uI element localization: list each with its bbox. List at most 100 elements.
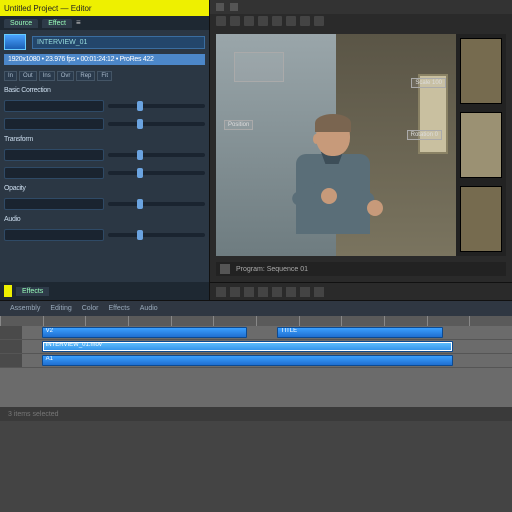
hand — [321, 188, 337, 204]
marker-icon[interactable] — [4, 285, 12, 297]
tool-icon[interactable] — [300, 16, 310, 26]
section-opacity[interactable]: Opacity — [4, 185, 205, 192]
hand — [367, 200, 383, 216]
param-row — [4, 149, 205, 161]
timeline-track[interactable]: V2 TITLE — [0, 326, 512, 340]
go-start-icon[interactable] — [216, 287, 226, 297]
scope-waveform[interactable] — [460, 38, 502, 104]
section-basic[interactable]: Basic Correction — [4, 87, 205, 94]
param-slider[interactable] — [108, 122, 206, 126]
ws-color[interactable]: Color — [82, 305, 99, 312]
track-header[interactable] — [0, 326, 22, 339]
tool-icon[interactable] — [216, 16, 226, 26]
tool-icon[interactable] — [258, 16, 268, 26]
monitor-titlebar[interactable] — [210, 0, 512, 14]
clip-info-bar: 1920x1080 • 23.976 fps • 00:01:24:12 • P… — [4, 54, 205, 65]
scope-histogram[interactable] — [460, 186, 502, 252]
timeline-clip[interactable]: V2 — [42, 327, 248, 338]
tool-icon[interactable] — [244, 16, 254, 26]
ws-audio[interactable]: Audio — [140, 305, 158, 312]
program-monitor: Scale 100 Position Rotation 0 Program: S… — [210, 0, 512, 300]
param-input[interactable] — [4, 167, 104, 179]
timeline-panel: V2 TITLE INTERVIEW_01.mov A1 — [0, 316, 512, 407]
param-slider[interactable] — [108, 233, 206, 237]
step-fwd-icon[interactable] — [258, 287, 268, 297]
timeline-clip[interactable]: TITLE — [277, 327, 444, 338]
btn-ovr[interactable]: Ovr — [57, 71, 75, 81]
loop-icon[interactable] — [286, 287, 296, 297]
play-icon[interactable] — [244, 287, 254, 297]
param-input[interactable] — [4, 149, 104, 161]
param-input[interactable] — [4, 100, 104, 112]
panel-footer-tabs: Effects — [0, 282, 209, 300]
param-slider[interactable] — [108, 153, 206, 157]
tab-source[interactable]: Source — [4, 19, 38, 28]
param-input[interactable] — [4, 198, 104, 210]
track-header[interactable] — [0, 354, 22, 367]
effects-panel: Untitled Project — Editor Source Effect … — [0, 0, 210, 300]
window-ctrl-icon[interactable] — [230, 3, 238, 11]
track-lane[interactable]: V2 TITLE — [22, 326, 512, 339]
timeline-track[interactable]: INTERVIEW_01.mov — [0, 340, 512, 354]
timeline-clip[interactable]: INTERVIEW_01.mov — [42, 341, 454, 352]
param-input[interactable] — [4, 229, 104, 241]
track-lane[interactable]: INTERVIEW_01.mov — [22, 340, 512, 353]
hair — [315, 114, 351, 132]
timeline-track[interactable]: A1 — [0, 354, 512, 368]
video-frame[interactable]: Scale 100 Position Rotation 0 — [216, 34, 456, 256]
tool-icon[interactable] — [230, 16, 240, 26]
footer-tab[interactable]: Effects — [16, 287, 49, 296]
ear — [313, 134, 319, 144]
panel-body: INTERVIEW_01 1920x1080 • 23.976 fps • 00… — [0, 30, 209, 282]
param-slider[interactable] — [108, 104, 206, 108]
scopes-column — [456, 34, 506, 256]
tool-icon[interactable] — [286, 16, 296, 26]
track-header[interactable] — [0, 340, 22, 353]
top-row: Untitled Project — Editor Source Effect … — [0, 0, 512, 300]
btn-ins[interactable]: Ins — [39, 71, 55, 81]
scope-vectorscope[interactable] — [460, 112, 502, 178]
ws-effects[interactable]: Effects — [108, 305, 129, 312]
clip-name[interactable]: INTERVIEW_01 — [32, 36, 205, 49]
param-slider[interactable] — [108, 171, 206, 175]
overlay-selection[interactable] — [234, 52, 284, 82]
window-title-bar[interactable]: Untitled Project — Editor — [0, 0, 209, 16]
ws-assembly[interactable]: Assembly — [10, 305, 40, 312]
track-lane[interactable]: A1 — [22, 354, 512, 367]
workspace-strip: Assembly Editing Color Effects Audio — [0, 300, 512, 316]
btn-rep[interactable]: Rep — [76, 71, 95, 81]
btn-fit[interactable]: Fit — [97, 71, 112, 81]
transport-bar — [210, 282, 512, 300]
tool-icon[interactable] — [314, 16, 324, 26]
subject-person — [271, 116, 381, 256]
viewer-area: Scale 100 Position Rotation 0 — [216, 34, 506, 256]
ws-editing[interactable]: Editing — [50, 305, 71, 312]
step-back-icon[interactable] — [230, 287, 240, 297]
mark-out-icon[interactable] — [314, 287, 324, 297]
param-row — [4, 118, 205, 130]
time-ruler[interactable] — [0, 316, 512, 326]
empty-area — [0, 421, 512, 512]
viewer-label: Program: Sequence 01 — [236, 266, 308, 273]
section-audio[interactable]: Audio — [4, 216, 205, 223]
timeline-clip[interactable]: A1 — [42, 355, 454, 366]
window-ctrl-icon[interactable] — [216, 3, 224, 11]
window-title: Untitled Project — Editor — [4, 4, 92, 13]
viewer-footer: Program: Sequence 01 — [216, 262, 506, 276]
play-icon[interactable] — [220, 264, 230, 274]
overlay-position[interactable]: Position — [224, 120, 253, 130]
param-slider[interactable] — [108, 202, 206, 206]
panel-tab-strip: Source Effect ≡ — [0, 16, 209, 30]
tab-effect[interactable]: Effect — [42, 19, 72, 28]
param-input[interactable] — [4, 118, 104, 130]
clip-thumbnail[interactable] — [4, 34, 26, 50]
panel-menu-icon[interactable]: ≡ — [76, 18, 86, 28]
btn-in[interactable]: In — [4, 71, 17, 81]
tool-icon[interactable] — [272, 16, 282, 26]
overlay-rotation[interactable]: Rotation 0 — [407, 130, 442, 140]
go-end-icon[interactable] — [272, 287, 282, 297]
overlay-scale[interactable]: Scale 100 — [411, 78, 446, 88]
mark-in-icon[interactable] — [300, 287, 310, 297]
btn-out[interactable]: Out — [19, 71, 37, 81]
section-transform[interactable]: Transform — [4, 136, 205, 143]
